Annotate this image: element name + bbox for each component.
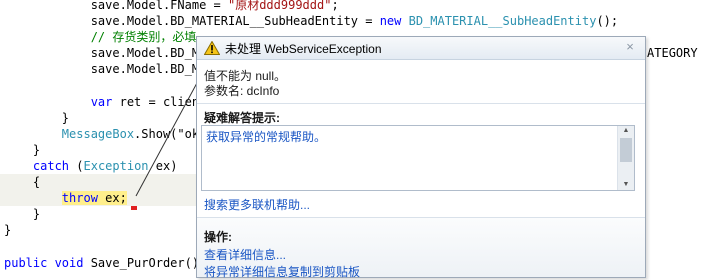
scroll-thumb[interactable] [620,138,632,162]
view-detail-link[interactable]: 查看详细信息... [204,246,286,263]
popup-header: 未处理 WebServiceException × [197,37,645,60]
scroll-up-arrow-icon[interactable]: ▲ [618,126,634,136]
search-online-help-link[interactable]: 搜索更多联机帮助... [204,196,310,213]
actions-section: 操作: 查看详细信息... 将异常详细信息复制到剪贴板 [197,218,645,279]
exception-parameter: 参数名: dcInfo [204,84,280,98]
divider [197,103,645,104]
tip-link[interactable]: 获取异常的常规帮助。 [206,128,326,145]
popup-title: 未处理 WebServiceException [225,42,382,56]
scroll-down-arrow-icon[interactable]: ▼ [618,180,634,190]
troubleshooting-list[interactable]: 获取异常的常规帮助。 ▲ ▼ [201,125,635,191]
troubleshooting-heading: 疑难解答提示: [204,111,280,125]
exception-helper-popup: 未处理 WebServiceException × 值不能为 null。 参数名… [196,36,646,279]
warning-icon [204,41,220,55]
close-icon[interactable]: × [623,39,637,55]
actions-heading: 操作: [204,230,232,244]
tips-scrollbar[interactable]: ▲ ▼ [617,126,634,190]
